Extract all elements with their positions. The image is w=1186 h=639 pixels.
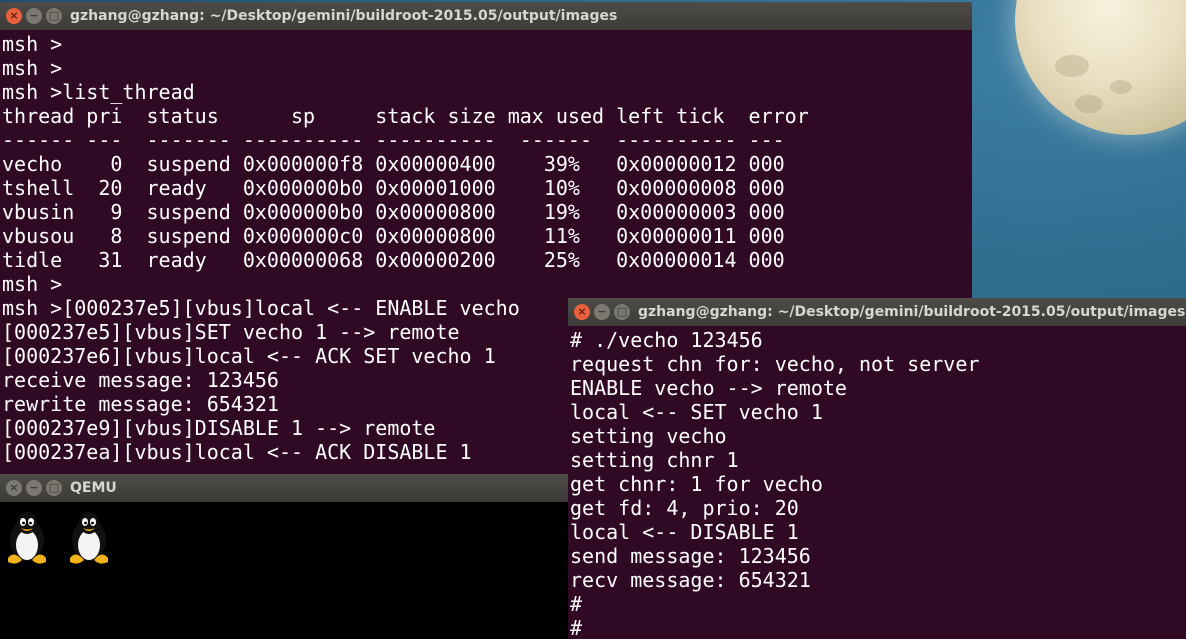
terminal-line: setting vecho: [570, 424, 727, 448]
terminal-line: vbusou 8 suspend 0x000000c0 0x00000800 1…: [2, 224, 785, 248]
terminal-line: local <-- SET vecho 1: [570, 400, 823, 424]
terminal-line: get chnr: 1 for vecho: [570, 472, 823, 496]
terminal-line: ------ --- ------- ---------- ----------…: [2, 128, 785, 152]
close-button[interactable]: ×: [6, 8, 22, 24]
terminal-line: msh >: [2, 272, 63, 296]
main-terminal-title: gzhang@gzhang: ~/Desktop/gemini/buildroo…: [70, 8, 618, 24]
terminal-line: msh >: [2, 32, 63, 56]
terminal-line: vbusin 9 suspend 0x000000b0 0x00000800 1…: [2, 200, 785, 224]
main-terminal-titlebar[interactable]: × − □ gzhang@gzhang: ~/Desktop/gemini/bu…: [0, 2, 972, 30]
second-terminal-window[interactable]: × − □ gzhang@gzhang: ~/Desktop/gemini/bu…: [568, 298, 1186, 639]
qemu-window[interactable]: × − □ QEMU: [0, 474, 568, 639]
terminal-line: tshell 20 ready 0x000000b0 0x00001000 10…: [2, 176, 785, 200]
terminal-line: ENABLE vecho --> remote: [570, 376, 847, 400]
minimize-button[interactable]: −: [594, 304, 610, 320]
maximize-button[interactable]: □: [46, 8, 62, 24]
terminal-line: #: [570, 592, 583, 616]
tux-logo-icon: [4, 510, 50, 566]
qemu-title: QEMU: [70, 480, 117, 496]
terminal-line: send message: 123456: [570, 544, 811, 568]
tux-logo-icon: [66, 510, 112, 566]
terminal-line: vecho 0 suspend 0x000000f8 0x00000400 39…: [2, 152, 785, 176]
terminal-line: tidle 31 ready 0x00000068 0x00000200 25%…: [2, 248, 785, 272]
second-terminal-output[interactable]: # ./vecho 123456 request chn for: vecho, …: [568, 326, 1186, 639]
qemu-titlebar[interactable]: × − □ QEMU: [0, 474, 568, 502]
terminal-line: recv message: 654321: [570, 568, 811, 592]
terminal-line: thread pri status sp stack size max used…: [2, 104, 809, 128]
maximize-button[interactable]: □: [46, 480, 62, 496]
terminal-line: # ./vecho 123456: [570, 328, 763, 352]
second-terminal-titlebar[interactable]: × − □ gzhang@gzhang: ~/Desktop/gemini/bu…: [568, 298, 1186, 326]
terminal-line: msh >list_thread: [2, 80, 195, 104]
close-button[interactable]: ×: [574, 304, 590, 320]
second-terminal-title: gzhang@gzhang: ~/Desktop/gemini/buildroo…: [638, 304, 1186, 320]
terminal-line: get fd: 4, prio: 20: [570, 496, 799, 520]
terminal-line: setting chnr 1: [570, 448, 739, 472]
qemu-screen[interactable]: [0, 502, 568, 639]
moon-image: [1015, 0, 1186, 135]
minimize-button[interactable]: −: [26, 8, 42, 24]
minimize-button[interactable]: −: [26, 480, 42, 496]
maximize-button[interactable]: □: [614, 304, 630, 320]
terminal-line: request chn for: vecho, not server: [570, 352, 980, 376]
terminal-line: local <-- DISABLE 1: [570, 520, 799, 544]
terminal-line: msh >: [2, 56, 63, 80]
terminal-line: #: [570, 616, 583, 639]
close-button[interactable]: ×: [6, 480, 22, 496]
